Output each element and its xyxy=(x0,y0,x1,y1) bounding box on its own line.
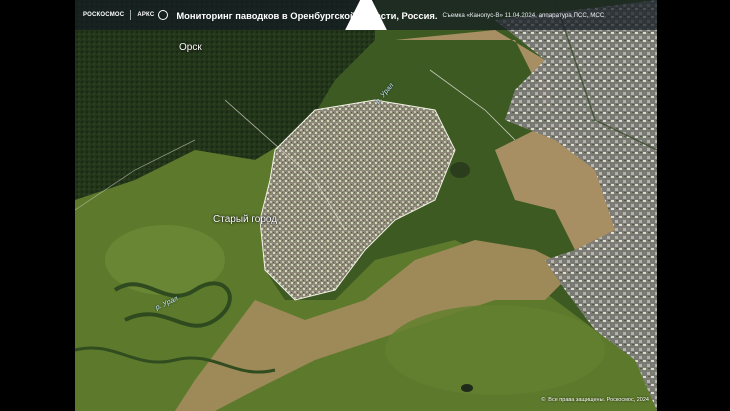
copyright-notice: © Все права защищены. Роскосмос, 2024 xyxy=(541,397,649,403)
copyright-text: Все права защищены. Роскосмос, 2024 xyxy=(548,397,649,403)
video-frame: РОСКОСМОС АРКС Мониторинг паводков в Оре… xyxy=(0,0,730,411)
header-bar: РОСКОСМОС АРКС Мониторинг паводков в Оре… xyxy=(75,0,657,30)
roscosmos-logo-icon xyxy=(345,0,387,30)
flood-patch xyxy=(385,305,605,395)
logos: РОСКОСМОС АРКС xyxy=(75,0,387,30)
label-old-town: Старый город xyxy=(213,214,278,225)
satellite-image: РОСКОСМОС АРКС Мониторинг паводков в Оре… xyxy=(75,0,657,411)
copyright-icon: © xyxy=(541,397,546,403)
label-orsk: Орск xyxy=(179,42,202,53)
satellite-map xyxy=(75,0,657,411)
lake xyxy=(461,384,473,392)
lake xyxy=(450,162,470,178)
